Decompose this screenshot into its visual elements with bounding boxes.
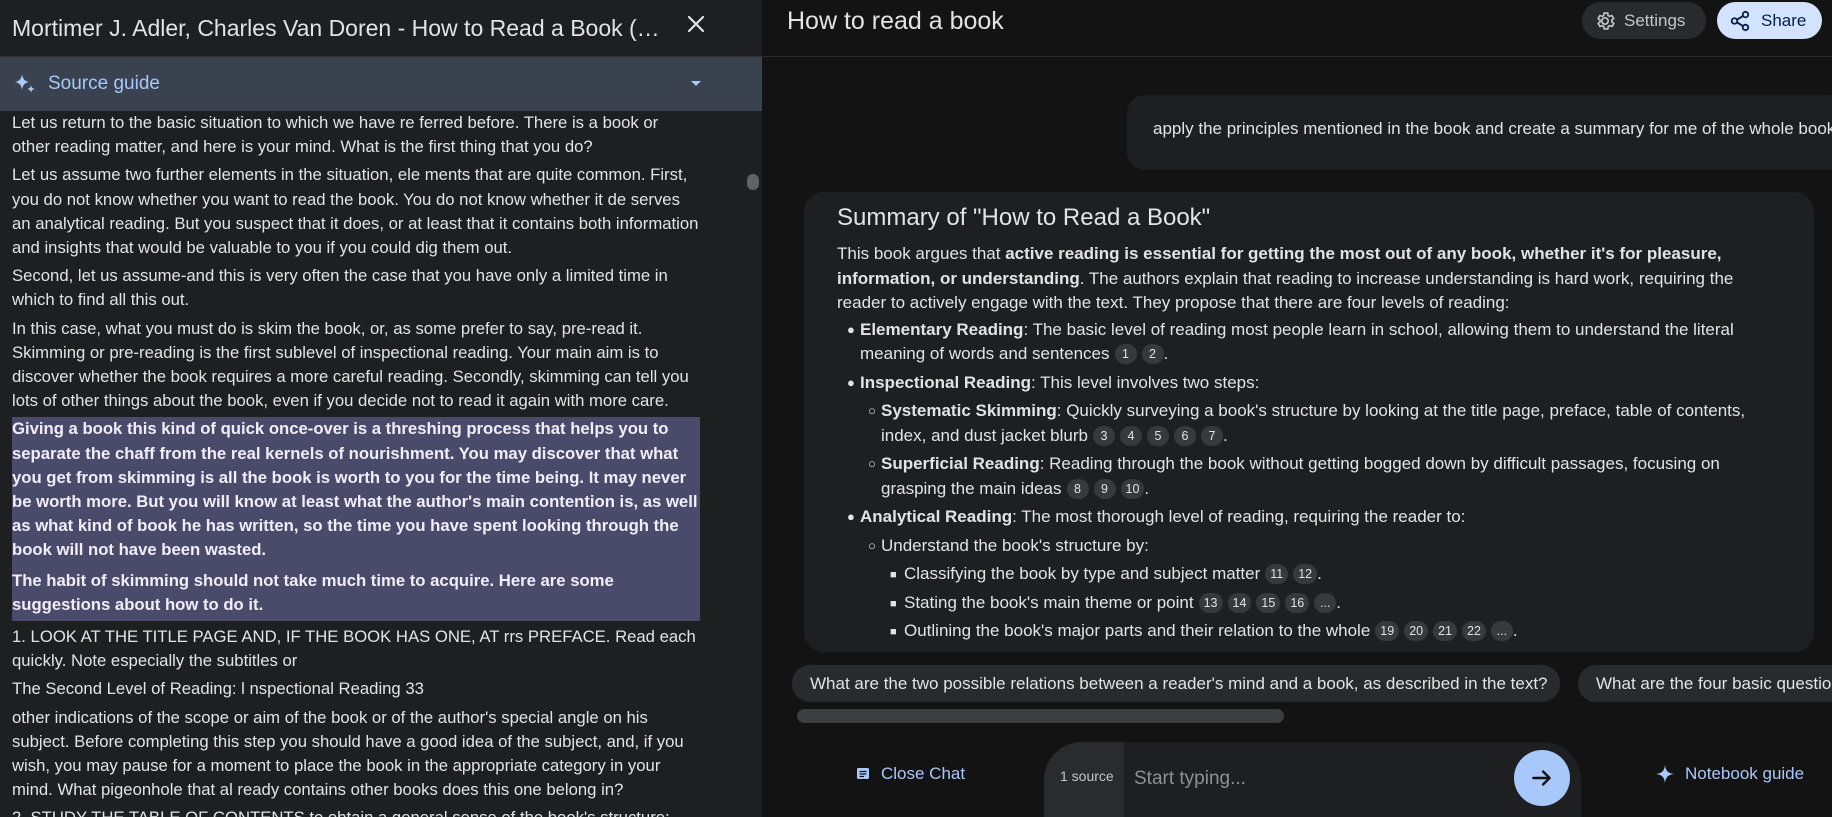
citation-chip[interactable]: 8: [1066, 478, 1089, 499]
sparkle-icon: [1656, 765, 1674, 783]
chat-input[interactable]: [1134, 764, 1494, 794]
source-paragraph: Let us assume two further elements in th…: [12, 165, 699, 258]
citation-chip[interactable]: 16: [1285, 592, 1310, 613]
close-chat-button[interactable]: Close Chat: [855, 764, 965, 784]
notebook-guide-label: Notebook guide: [1685, 764, 1805, 783]
list-item-outlining: Outlining the book's major parts and the…: [881, 619, 1784, 644]
source-paragraph: 2. STUDY THE TABLE OF CONTENTS to obtain…: [12, 806, 700, 817]
suggestions-scrollbar[interactable]: [797, 709, 1284, 723]
gear-icon: [1597, 11, 1615, 30]
assistant-response: Summary of "How to Read a Book" This boo…: [804, 192, 1814, 652]
document-title: Mortimer J. Adler, Charles Van Doren - H…: [12, 14, 672, 41]
source-text: Let us return to the basic situation to …: [0, 111, 712, 817]
list-item-systematic-skimming: Systematic Skimming: Quickly surveying a…: [858, 399, 1784, 448]
list-item-stating: Stating the book's main theme or point13…: [881, 591, 1784, 615]
source-header: Mortimer J. Adler, Charles Van Doren - H…: [0, 0, 762, 57]
chevron-down-icon: [691, 81, 701, 86]
source-paragraph: 1. LOOK AT THE TITLE PAGE AND, IF THE BO…: [12, 627, 696, 671]
list-item-inspectional: Inspectional Reading: This level involve…: [837, 371, 1784, 502]
chat-panel: How to read a book Settings Share apply …: [762, 0, 1832, 817]
citation-chip[interactable]: 14: [1227, 592, 1252, 613]
list-item-superficial-reading: Superficial Reading: Reading through the…: [858, 452, 1784, 501]
citation-chip[interactable]: 20: [1404, 621, 1429, 641]
citation-chip[interactable]: ...: [1490, 621, 1513, 641]
close-icon: [687, 15, 705, 33]
source-paragraph: In this case, what you must do is skim t…: [12, 318, 689, 411]
settings-button[interactable]: Settings: [1582, 2, 1706, 39]
source-count-badge[interactable]: 1 source: [1044, 742, 1124, 817]
citation-chip[interactable]: 22: [1462, 621, 1486, 641]
send-button[interactable]: [1514, 750, 1570, 806]
close-chat-label: Close Chat: [881, 764, 966, 783]
notebook-title: How to read a book: [787, 7, 1004, 35]
chat-header: How to read a book Settings Share: [762, 0, 1832, 57]
user-message: apply the principles mentioned in the bo…: [1127, 95, 1832, 170]
citation-chip[interactable]: 3: [1092, 425, 1115, 446]
citation-chip[interactable]: 2: [1141, 344, 1164, 364]
list-item-elementary: Elementary Reading: The basic level of r…: [837, 318, 1784, 367]
response-intro: This book argues that active reading is …: [837, 244, 1734, 312]
arrow-right-icon: [1532, 770, 1551, 786]
citation-chip[interactable]: 19: [1375, 621, 1400, 641]
sparkle-icon: [15, 74, 35, 93]
source-paragraph: other indications of the scope or aim of…: [12, 707, 684, 800]
list-item-analytical: Analytical Reading: The most thorough le…: [837, 505, 1784, 644]
notebook-guide-button[interactable]: Notebook guide: [1655, 764, 1804, 784]
source-paragraph: Second, let us assume-and this is very o…: [12, 266, 668, 310]
source-guide-toggle[interactable]: Source guide: [0, 57, 762, 111]
citation-chip[interactable]: 5: [1146, 425, 1169, 446]
share-label: Share: [1761, 10, 1807, 30]
source-panel: Mortimer J. Adler, Charles Van Doren - H…: [0, 0, 762, 817]
suggestion-chip[interactable]: What are the two possible relations betw…: [792, 665, 1560, 702]
settings-label: Settings: [1624, 10, 1686, 30]
source-paragraph: Let us return to the basic situation to …: [12, 113, 659, 157]
chat-icon: [857, 768, 869, 779]
suggestion-chip[interactable]: What are the four basic questions a read…: [1578, 665, 1832, 702]
citation-chip[interactable]: 15: [1256, 592, 1281, 613]
share-icon: [1730, 10, 1750, 31]
citation-chip[interactable]: 7: [1200, 425, 1223, 446]
source-scrollbar[interactable]: [747, 174, 759, 190]
close-source-button[interactable]: [680, 8, 712, 40]
citation-chip[interactable]: 12: [1293, 564, 1318, 584]
citation-chip[interactable]: ...: [1314, 592, 1337, 613]
citation-chip[interactable]: 1: [1114, 344, 1137, 364]
page-header-text: The Second Level of Reading: l nspection…: [12, 679, 424, 699]
reading-levels-list: Elementary Reading: The basic level of r…: [837, 318, 1784, 644]
citation-chip[interactable]: 6: [1173, 425, 1196, 446]
citation-chip[interactable]: 21: [1433, 621, 1458, 641]
source-paragraph-highlighted: The habit of skimming should not take mu…: [12, 566, 700, 622]
list-item-classifying: Classifying the book by type and subject…: [881, 562, 1784, 587]
suggested-questions: What are the two possible relations betw…: [792, 665, 1832, 702]
source-guide-label: Source guide: [48, 73, 160, 94]
chat-composer: 1 source: [1044, 742, 1581, 817]
citation-chip[interactable]: 9: [1093, 478, 1116, 499]
citation-chip[interactable]: 13: [1198, 592, 1223, 613]
response-title: Summary of "How to Read a Book": [837, 204, 1211, 231]
list-item-understand-structure: Understand the book's structure by: Clas…: [858, 534, 1784, 644]
citation-chip[interactable]: 4: [1119, 425, 1142, 446]
source-paragraph-highlighted: Giving a book this kind of quick once-ov…: [12, 417, 700, 567]
citation-chip[interactable]: 10: [1120, 478, 1145, 499]
citation-chip[interactable]: 11: [1265, 564, 1289, 584]
source-text-area[interactable]: Let us return to the basic situation to …: [0, 111, 762, 817]
share-button[interactable]: Share: [1717, 2, 1822, 39]
